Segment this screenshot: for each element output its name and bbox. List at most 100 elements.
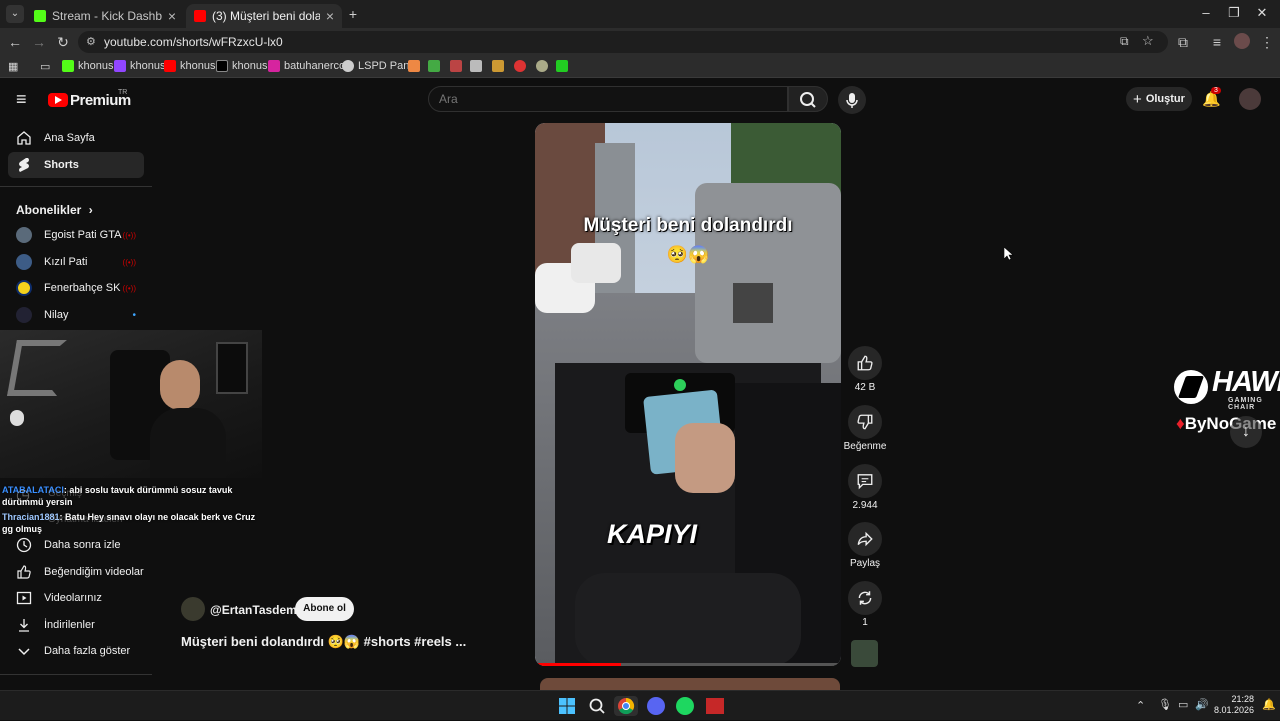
bookmark-icon-1[interactable] xyxy=(408,60,424,72)
hamburger-menu-icon[interactable]: ≡ xyxy=(16,90,27,108)
folder-icon[interactable]: ▭ xyxy=(40,60,50,73)
search-input[interactable] xyxy=(439,92,739,106)
bookmark-lspd[interactable]: LSPD Panel xyxy=(342,60,418,72)
streamer-webcam-overlay xyxy=(0,330,262,478)
chevron-up-icon[interactable]: ⌃ xyxy=(1136,699,1145,712)
bookmark-icon-8[interactable] xyxy=(556,60,572,72)
system-clock[interactable]: 21:28 8.01.2026 xyxy=(1214,694,1254,716)
channel-avatar[interactable] xyxy=(181,597,205,621)
site-info-icon[interactable]: ⚙ xyxy=(86,35,96,48)
bookmark-icon-7[interactable] xyxy=(536,60,552,72)
subscriptions-header-label: Abonelikler xyxy=(16,203,82,217)
chrome-icon xyxy=(618,697,635,715)
bookmark-x[interactable]: khonus xyxy=(216,60,267,72)
bookmark-label: khonus xyxy=(130,60,166,72)
dislike-button[interactable] xyxy=(848,405,882,439)
sidebar-item-playlists[interactable]: Oynatma listeleri xyxy=(48,514,122,525)
short-video-player[interactable]: Müşteri beni dolandırdı 🥺😱 KAPIYI xyxy=(535,123,841,666)
channel-avatar xyxy=(16,280,32,296)
bookmark-star-icon[interactable]: ☆ xyxy=(1142,33,1154,49)
sidebar-item-home[interactable]: Ana Sayfa xyxy=(8,125,144,151)
remix-button[interactable] xyxy=(848,581,882,615)
sidebar-item-shorts[interactable]: Shorts xyxy=(8,152,144,178)
restore-button[interactable]: ❐ xyxy=(1220,5,1248,23)
bookmark-kick[interactable]: khonus xyxy=(62,60,113,72)
sidebar-item-downloads[interactable]: İndirilenler xyxy=(8,612,144,638)
close-icon[interactable]: × xyxy=(326,8,334,24)
bookmark-youtube[interactable]: khonus xyxy=(164,60,215,72)
create-button[interactable]: + Oluştur xyxy=(1126,87,1192,111)
network-icon[interactable]: ▭ xyxy=(1178,698,1188,711)
video-progress-track[interactable] xyxy=(535,663,841,666)
live-icon: ((•)) xyxy=(122,283,136,293)
close-icon[interactable]: × xyxy=(168,8,176,24)
like-button[interactable] xyxy=(848,346,882,380)
taskbar-search-button[interactable] xyxy=(587,696,607,716)
taskbar-app[interactable] xyxy=(705,696,725,716)
forward-button[interactable]: → xyxy=(30,33,48,51)
bookmarks-bar: ▦ ▭ khonus khonus khonus khonus batuhane… xyxy=(0,56,1280,78)
reading-list-icon[interactable]: ≡ xyxy=(1208,33,1226,51)
bookmark-icon-4[interactable] xyxy=(470,60,486,72)
voice-search-button[interactable] xyxy=(838,86,866,114)
youtube-logo-icon[interactable] xyxy=(48,93,68,107)
sidebar-item-label: Fenerbahçe SK xyxy=(44,282,121,294)
reload-button[interactable]: ↻ xyxy=(54,33,72,51)
sidebar-item-label: İndirilenler xyxy=(44,619,95,631)
notification-center-icon[interactable]: 🔔 xyxy=(1262,698,1276,711)
back-button[interactable]: ← xyxy=(6,33,24,51)
windows-start-button[interactable] xyxy=(557,696,577,716)
bookmark-icon-6[interactable] xyxy=(514,60,530,72)
sidebar-item-fenerbahce[interactable]: Fenerbahçe SK ((•)) xyxy=(8,275,144,301)
bookmark-favicon-icon xyxy=(408,60,420,72)
extensions-icon[interactable]: ⧉ xyxy=(1174,33,1192,51)
sidebar-item-show-more[interactable]: Daha fazla göster xyxy=(8,638,144,664)
cast-icon[interactable]: ⧉ xyxy=(1120,34,1129,49)
taskbar-spotify[interactable] xyxy=(675,696,695,716)
bookmark-icon-2[interactable] xyxy=(428,60,444,72)
volume-icon[interactable]: 🔊 xyxy=(1195,698,1209,711)
youtube-icon xyxy=(164,60,176,72)
bookmark-instagram[interactable]: batuhanercok xyxy=(268,60,351,72)
taskbar-chrome[interactable] xyxy=(614,696,638,716)
sound-thumbnail[interactable] xyxy=(851,640,878,667)
comments-button[interactable] xyxy=(848,464,882,498)
new-tab-button[interactable]: + xyxy=(344,5,362,23)
share-button[interactable] xyxy=(848,522,882,556)
bookmark-icon-5[interactable] xyxy=(492,60,508,72)
notifications-button[interactable]: 🔔 3 xyxy=(1202,87,1221,108)
microphone-icon[interactable]: 🎙 xyxy=(1158,698,1172,711)
menu-icon[interactable]: ⋮ xyxy=(1258,33,1276,51)
search-box[interactable] xyxy=(428,86,788,112)
tab-search-button[interactable]: ⌄ xyxy=(6,5,24,23)
close-window-button[interactable]: ✕ xyxy=(1248,5,1276,23)
thumbs-down-icon xyxy=(857,414,873,430)
next-short-button[interactable]: ↓ xyxy=(1230,416,1262,448)
address-bar[interactable]: ⚙ youtube.com/shorts/wFRzxcU-lx0 ⧉ ☆ xyxy=(78,31,1168,53)
mouse-cursor xyxy=(1004,247,1014,261)
sidebar-item-liked-videos[interactable]: Beğendiğim videolar xyxy=(8,559,144,585)
sidebar-item-history[interactable]: Geçmiş xyxy=(48,488,82,499)
video-caption-emoji: 🥺😱 xyxy=(666,245,710,264)
sidebar-item-watch-later[interactable]: Daha sonra izle xyxy=(8,532,144,558)
sidebar-item-your-videos[interactable]: Videolarınız xyxy=(8,585,144,611)
profile-avatar[interactable] xyxy=(1234,33,1250,49)
bookmark-favicon-icon xyxy=(450,60,462,72)
minimize-button[interactable]: – xyxy=(1192,5,1220,23)
channel-name[interactable]: @ErtanTasdemir xyxy=(210,603,305,617)
bookmark-icon-3[interactable] xyxy=(450,60,466,72)
subscribe-button[interactable]: Abone ol xyxy=(295,597,354,621)
sidebar-item-nilay[interactable]: Nilay • xyxy=(8,302,144,328)
tab-youtube-short[interactable]: (3) Müşteri beni dolandırdı 😮‍ × xyxy=(186,4,342,28)
bookmark-twitch[interactable]: khonus xyxy=(114,60,165,72)
sidebar-item-kizil-pati[interactable]: Kızıl Pati ((•)) xyxy=(8,249,144,275)
short-title[interactable]: Müşteri beni dolandırdı 🥺😱 #shorts #reel… xyxy=(181,634,466,650)
search-button[interactable] xyxy=(788,86,828,112)
account-avatar[interactable] xyxy=(1239,88,1261,110)
subscriptions-header[interactable]: Abonelikler › xyxy=(16,203,93,217)
next-short-preview[interactable] xyxy=(540,678,840,690)
apps-icon[interactable]: ▦ xyxy=(8,60,18,73)
sidebar-item-egoist-pati[interactable]: Egoist Pati GTA ((•)) xyxy=(8,222,144,248)
taskbar-discord[interactable] xyxy=(646,696,666,716)
tab-kick-dashboard[interactable]: Stream - Kick Dashboard × xyxy=(26,4,184,28)
